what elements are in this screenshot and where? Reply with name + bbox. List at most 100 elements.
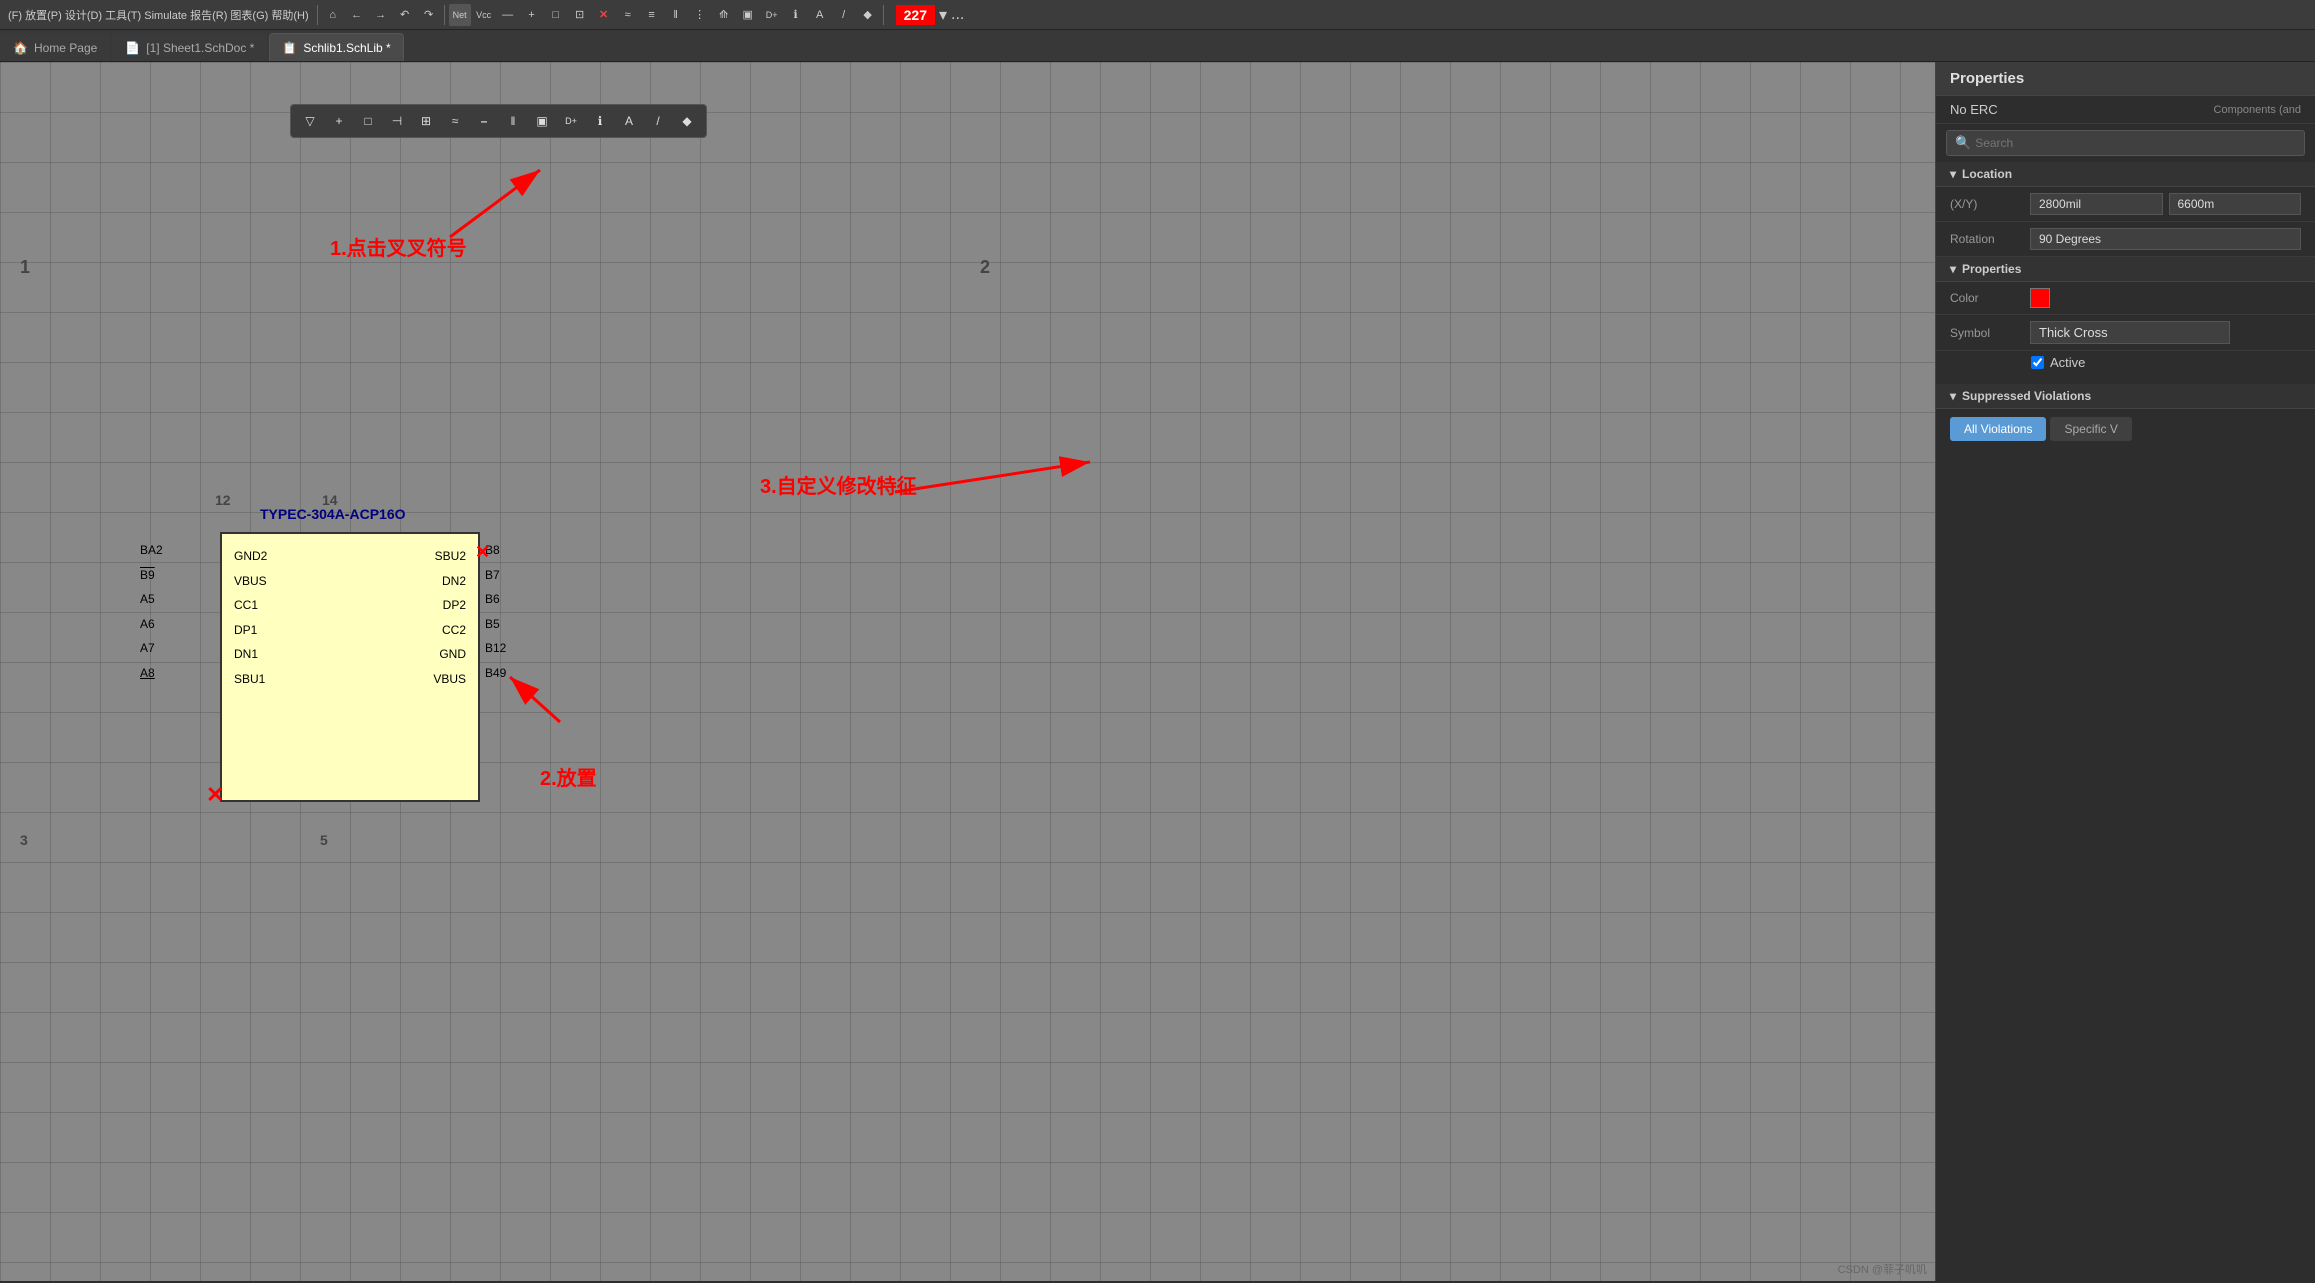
toolbar-home-icon[interactable]: ⌂ <box>322 4 344 26</box>
toolbar-component[interactable]: ⊡ <box>569 4 591 26</box>
tab-schlib-icon: 📋 <box>282 41 297 55</box>
properties-collapse-icon[interactable]: ▾ <box>1950 262 1956 276</box>
draw-poly[interactable]: ◆ <box>674 108 700 134</box>
properties-panel: Properties No ERC Components (and 🔍 ▾ Lo… <box>1935 62 2315 1281</box>
tab-bar: 🏠 Home Page 📄 [1] Sheet1.SchDoc * 📋 Schl… <box>0 30 2315 62</box>
inner-pin-vbus: VBUS <box>234 569 267 594</box>
left-pin-a5: A5 <box>140 587 163 612</box>
toolbar-busentry[interactable]: ≡ <box>641 4 663 26</box>
inner-pin-dp1: DP1 <box>234 618 267 643</box>
inner-pin-gnd: GND <box>433 642 466 667</box>
toolbar-undo[interactable]: ↶ <box>394 4 416 26</box>
toolbar-noconnect[interactable]: ✕ <box>593 4 615 26</box>
canvas-area[interactable]: ▽ + □ ⊣ ⊞ ≈ – ‖ ▣ D+ ℹ A / ◆ 1.点击叉叉符号 <box>0 62 1935 1281</box>
toolbar-erc[interactable]: ℹ <box>785 4 807 26</box>
toolbar-d-plus[interactable]: D+ <box>761 4 783 26</box>
search-input[interactable] <box>1975 136 2296 150</box>
num-badge: 227 <box>896 5 935 25</box>
annotation-1: 1.点击叉叉符号 <box>330 232 467 261</box>
draw-power2[interactable]: ▣ <box>529 108 555 134</box>
suppressed-collapse-icon[interactable]: ▾ <box>1950 389 1956 403</box>
tab-sheet1-icon: 📄 <box>125 41 140 55</box>
inner-pin-gnd2: GND2 <box>234 544 267 569</box>
draw-rect[interactable]: □ <box>355 108 381 134</box>
toolbar-offsheet[interactable]: ⟰ <box>713 4 735 26</box>
component-container: TYPEC-304A-ACP16O GND2 VBUS CC1 DP1 DN1 … <box>140 532 430 812</box>
component-left-inner: GND2 VBUS CC1 DP1 DN1 SBU1 <box>234 544 267 692</box>
location-collapse-icon[interactable]: ▾ <box>1950 167 1956 181</box>
right-pin-b6: B6 <box>485 587 506 612</box>
draw-pipe[interactable]: ‖ <box>500 108 526 134</box>
toolbar-power[interactable]: ▣ <box>737 4 759 26</box>
toolbar-redo[interactable]: ↷ <box>418 4 440 26</box>
active-label: Active <box>2050 355 2085 370</box>
violations-tab-all[interactable]: All Violations <box>1950 417 2046 441</box>
draw-wave[interactable]: ≈ <box>442 108 468 134</box>
toolbar-back[interactable]: ← <box>346 4 368 26</box>
num-indicator: 227 ▾ ... <box>896 5 965 25</box>
draw-dash[interactable]: – <box>471 108 497 134</box>
violations-tab-specific[interactable]: Specific V <box>2050 417 2131 441</box>
toolbar-text[interactable]: A <box>809 4 831 26</box>
dropdown-arrow[interactable]: ▾ <box>939 5 947 25</box>
rotation-value-input[interactable] <box>2030 228 2301 250</box>
y-value-input[interactable] <box>2169 193 2302 215</box>
toolbar-fwd[interactable]: → <box>370 4 392 26</box>
toolbar-bus[interactable]: ≈ <box>617 4 639 26</box>
search-bar[interactable]: 🔍 <box>1946 130 2305 156</box>
inner-pin-sbu2: SBU2 <box>433 544 466 569</box>
toolbar-polygon[interactable]: ◆ <box>857 4 879 26</box>
draw-text[interactable]: A <box>616 108 642 134</box>
top-toolbar: (F) 放置(P) 设计(D) 工具(T) Simulate 报告(R) 图表(… <box>0 0 2315 30</box>
violations-tabs: All Violations Specific V <box>1950 417 2301 441</box>
toolbar-vcc[interactable]: Vcc <box>473 4 495 26</box>
left-pin-a8: A8 <box>140 661 163 686</box>
tab-schlib[interactable]: 📋 Schlib1.SchLib * <box>269 33 403 61</box>
tab-home[interactable]: 🏠 Home Page <box>0 33 110 61</box>
location-section-header: ▾ Location <box>1936 162 2315 187</box>
draw-info[interactable]: ℹ <box>587 108 613 134</box>
inner-pin-dn1: DN1 <box>234 642 267 667</box>
location-xy-row: (X/Y) <box>1936 187 2315 222</box>
active-checkbox[interactable] <box>2031 356 2044 369</box>
properties-section-header: ▾ Properties <box>1936 257 2315 282</box>
component-title: TYPEC-304A-ACP16O <box>260 506 406 522</box>
toolbar-netport[interactable]: ⋮ <box>689 4 711 26</box>
color-swatch[interactable] <box>2030 288 2050 308</box>
properties-section-label: Properties <box>1962 262 2021 276</box>
symbol-row: Symbol <box>1936 315 2315 351</box>
components-label: Components (and <box>2214 104 2301 116</box>
no-erc-label: No ERC <box>1950 102 1998 117</box>
symbol-label: Symbol <box>1950 326 2030 340</box>
draw-add[interactable]: + <box>326 108 352 134</box>
draw-stretch[interactable]: ⊣ <box>384 108 410 134</box>
toolbar-rect[interactable]: □ <box>545 4 567 26</box>
no-erc-row: No ERC Components (and <box>1936 96 2315 124</box>
toolbar-wire[interactable]: — <box>497 4 519 26</box>
menu-file[interactable]: (F) 放置(P) 设计(D) 工具(T) Simulate 报告(R) 图表(… <box>4 7 313 23</box>
draw-line2[interactable]: / <box>645 108 671 134</box>
inner-pin-cc2: CC2 <box>433 618 466 643</box>
draw-grid[interactable]: ⊞ <box>413 108 439 134</box>
toolbar-plus[interactable]: + <box>521 4 543 26</box>
toolbar-net[interactable]: Net <box>449 4 471 26</box>
inner-pin-dn2: DN2 <box>433 569 466 594</box>
x-value-input[interactable] <box>2030 193 2163 215</box>
tab-sheet1[interactable]: 📄 [1] Sheet1.SchDoc * <box>112 33 267 61</box>
symbol-value-input[interactable] <box>2030 321 2230 344</box>
toolbar-junction[interactable]: ‖ <box>665 4 687 26</box>
left-pins: BA2 B9 A5 A6 A7 A8 <box>140 538 163 686</box>
drawing-toolbar: ▽ + □ ⊣ ⊞ ≈ – ‖ ▣ D+ ℹ A / ◆ <box>290 104 707 138</box>
component-box: GND2 VBUS CC1 DP1 DN1 SBU1 SBU2 DN2 DP2 … <box>220 532 480 802</box>
annotation-3-text: 3.自定义修改特征 <box>760 476 917 498</box>
left-pin-ba2: BA2 <box>140 538 163 563</box>
annotation-3: 3.自定义修改特征 <box>760 470 917 499</box>
draw-filter[interactable]: ▽ <box>297 108 323 134</box>
csdn-watermark: CSDN @菲子叽叽 <box>1838 1261 1927 1277</box>
left-pin-a7: A7 <box>140 636 163 661</box>
toolbar-line[interactable]: / <box>833 4 855 26</box>
suppressed-label: Suppressed Violations <box>1962 389 2091 403</box>
xy-label: (X/Y) <box>1950 197 2030 211</box>
draw-dp[interactable]: D+ <box>558 108 584 134</box>
more-options[interactable]: ... <box>951 6 964 24</box>
